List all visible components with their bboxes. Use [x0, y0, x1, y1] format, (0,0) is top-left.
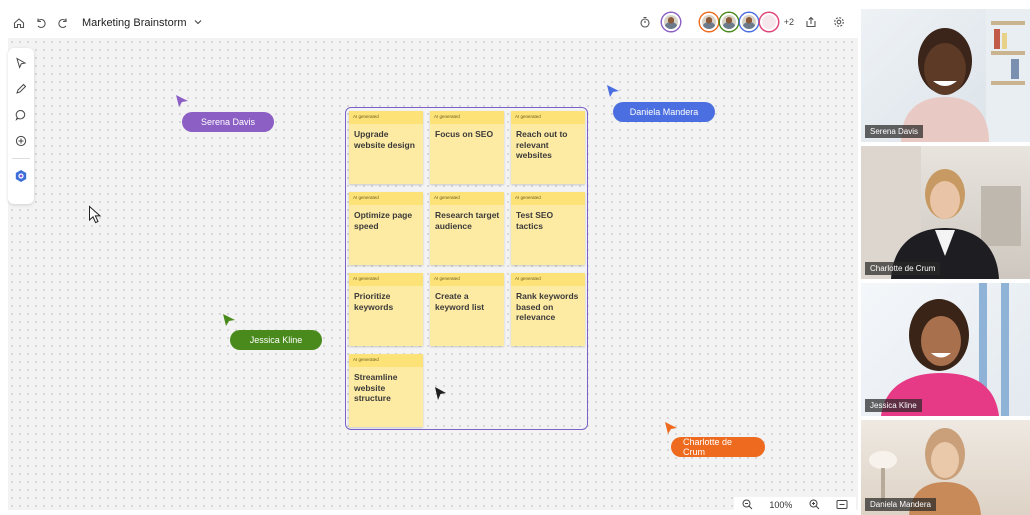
note-tag: AI generated: [511, 273, 585, 286]
sticky-note[interactable]: AI generated Optimize page speed: [349, 192, 423, 265]
participant-name: Daniela Mandera: [865, 498, 936, 511]
select-icon[interactable]: [12, 54, 30, 72]
participant-photo-icon: [881, 283, 1009, 416]
participant-name: Serena Davis: [865, 125, 924, 138]
redo-icon[interactable]: [52, 12, 74, 34]
add-icon[interactable]: [12, 132, 30, 150]
arrow-cursor-icon: [435, 387, 446, 400]
sticky-note[interactable]: AI generated Research target audience: [430, 192, 504, 265]
zoom-in-icon[interactable]: [809, 499, 820, 512]
sticky-note[interactable]: AI generated Rank keywords based on rele…: [511, 273, 585, 346]
video-tile[interactable]: Jessica Kline: [861, 283, 1030, 416]
note-text: Reach out to relevant websites: [516, 129, 568, 161]
daniela-cursor-icon: [607, 85, 619, 97]
jessica-cursor-icon: [223, 314, 235, 326]
note-text: Prioritize keywords: [354, 291, 394, 312]
collaborator-cursor-label: Daniela Mandera: [613, 102, 715, 122]
board-title[interactable]: Marketing Brainstorm: [82, 17, 187, 29]
tool-rail: [8, 48, 34, 204]
note-tag: AI generated: [349, 192, 423, 205]
zoom-controls: 100%: [734, 497, 856, 513]
note-text: Focus on SEO: [435, 129, 494, 139]
sticky-note-group[interactable]: AI generated Upgrade website design AI g…: [345, 107, 588, 430]
share-icon[interactable]: [800, 11, 822, 33]
home-icon[interactable]: [8, 12, 30, 34]
participant-avatar[interactable]: [719, 13, 738, 31]
note-tag: AI generated: [349, 111, 423, 124]
video-tile[interactable]: Daniela Mandera: [861, 420, 1030, 515]
copilot-icon[interactable]: [12, 167, 30, 185]
sticky-note[interactable]: AI generated Prioritize keywords: [349, 273, 423, 346]
collaboration-tools: +2: [634, 11, 850, 33]
gear-icon[interactable]: [828, 11, 850, 33]
participant-photo-icon: [861, 146, 1021, 279]
participant-avatar[interactable]: [739, 13, 758, 31]
sticky-note[interactable]: AI generated Upgrade website design: [349, 111, 423, 184]
sticky-note[interactable]: AI generated Focus on SEO: [430, 111, 504, 184]
collaborator-cursor-label: Jessica Kline: [230, 330, 322, 350]
chevron-down-icon[interactable]: [193, 17, 203, 30]
sticky-note[interactable]: AI generated Streamline website structur…: [349, 354, 423, 427]
note-text: Create a keyword list: [435, 291, 485, 312]
charlotte-cursor-icon: [665, 422, 677, 434]
presenter-avatar[interactable]: [661, 13, 680, 31]
note-tag: AI generated: [430, 111, 504, 124]
undo-icon[interactable]: [30, 12, 52, 34]
comment-icon[interactable]: [12, 106, 30, 124]
participant-name: Jessica Kline: [865, 399, 922, 412]
note-tag: AI generated: [349, 354, 423, 367]
zoom-level: 100%: [769, 500, 793, 510]
note-text: Optimize page speed: [354, 210, 413, 231]
video-tile[interactable]: Serena Davis: [861, 9, 1030, 142]
note-tag: AI generated: [511, 192, 585, 205]
mouse-pointer-icon: [89, 205, 102, 224]
pen-icon[interactable]: [12, 80, 30, 98]
sticky-note[interactable]: AI generated Create a keyword list: [430, 273, 504, 346]
video-tile[interactable]: Charlotte de Crum: [861, 146, 1030, 279]
zoom-out-icon[interactable]: [742, 499, 753, 512]
note-tag: AI generated: [430, 273, 504, 286]
note-text: Rank keywords based on relevance: [516, 291, 579, 323]
top-toolbar: Marketing Brainstorm +2: [8, 8, 858, 38]
participant-avatar[interactable]: [759, 13, 778, 31]
note-text: Research target audience: [435, 210, 500, 231]
note-tag: AI generated: [349, 273, 423, 286]
participant-photo-icon: [901, 9, 1030, 142]
note-text: Upgrade website design: [354, 129, 415, 150]
whiteboard-app: { "topbar": { "title": "Marketing Brains…: [0, 0, 1030, 515]
sticky-note[interactable]: AI generated Reach out to relevant websi…: [511, 111, 585, 184]
sticky-note[interactable]: AI generated Test SEO tactics: [511, 192, 585, 265]
more-participants-count[interactable]: +2: [784, 17, 794, 27]
note-text: Test SEO tactics: [516, 210, 554, 231]
participant-avatar[interactable]: [699, 13, 718, 31]
fit-to-screen-icon[interactable]: [836, 499, 848, 512]
timer-icon[interactable]: [634, 11, 656, 33]
note-text: Streamline website structure: [354, 372, 398, 404]
rail-divider: [12, 158, 30, 159]
collaborator-cursor-label: Charlotte de Crum: [671, 437, 765, 457]
note-tag: AI generated: [511, 111, 585, 124]
serena-cursor-icon: [176, 95, 188, 107]
note-tag: AI generated: [430, 192, 504, 205]
participant-name: Charlotte de Crum: [865, 262, 941, 275]
collaborator-cursor-label: Serena Davis: [182, 112, 274, 132]
